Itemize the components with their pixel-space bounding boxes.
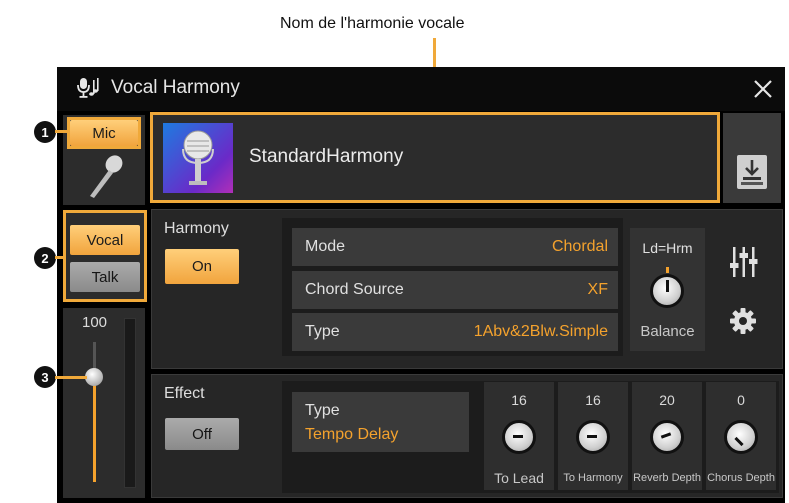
type-value: 1Abv&2Blw.Simple — [473, 323, 608, 340]
window-title: Vocal Harmony — [111, 77, 240, 98]
harmony-name: StandardHarmony — [249, 146, 404, 167]
harmony-label: Harmony — [164, 220, 229, 237]
chorus-depth-label: Chorus Depth — [707, 472, 775, 484]
level-meter — [124, 318, 136, 488]
to-harmony-value: 16 — [585, 392, 601, 408]
mode-label: Mode — [305, 238, 346, 255]
badge-1: 1 — [34, 121, 56, 143]
chord-source-label: Chord Source — [305, 281, 404, 298]
mic-button[interactable]: Mic — [70, 120, 138, 146]
balance-label: Balance — [640, 323, 695, 340]
badge-2: 2 — [34, 247, 56, 269]
to-lead-value: 16 — [511, 392, 527, 408]
gear-icon[interactable] — [728, 306, 758, 336]
to-harmony-knob[interactable] — [576, 420, 610, 454]
to-harmony-label: To Harmony — [563, 472, 623, 484]
harmony-thumbnail — [163, 123, 233, 193]
level-slider-thumb[interactable] — [85, 368, 103, 386]
close-icon[interactable] — [750, 76, 776, 102]
mixer-icon[interactable] — [729, 245, 759, 279]
badge-3: 3 — [34, 366, 56, 388]
type-label: Type — [305, 323, 340, 340]
talk-button[interactable]: Talk — [70, 262, 140, 292]
to-lead-label: To Lead — [494, 470, 544, 486]
balance-knob[interactable] — [650, 274, 684, 308]
badge-1-line — [55, 130, 70, 133]
reverb-depth-label: Reverb Depth — [633, 472, 701, 484]
vocal-button[interactable]: Vocal — [70, 225, 140, 255]
level-max-label: 100 — [82, 314, 108, 331]
badge-3-line — [55, 376, 87, 379]
balance-top-label: Ld=Hrm — [642, 240, 693, 256]
callout-title: Nom de l'harmonie vocale — [280, 15, 465, 32]
badge-2-line — [55, 256, 65, 259]
reverb-depth-value: 20 — [659, 392, 675, 408]
chord-source-value: XF — [587, 281, 608, 298]
harmony-on-button[interactable]: On — [165, 249, 239, 284]
chorus-depth-value: 0 — [737, 392, 745, 408]
balance-knob-marker — [666, 267, 669, 273]
effect-off-button[interactable]: Off — [165, 418, 239, 450]
microphone-icon — [82, 152, 126, 200]
effect-label: Effect — [164, 385, 205, 402]
reverb-depth-knob[interactable] — [650, 420, 684, 454]
chorus-depth-knob[interactable] — [724, 420, 758, 454]
to-lead-knob[interactable] — [502, 420, 536, 454]
effect-type-value: Tempo Delay — [305, 426, 399, 443]
vocal-harmony-icon — [76, 76, 102, 100]
level-slider-fill — [93, 378, 96, 482]
mode-value: Chordal — [551, 238, 608, 255]
download-icon — [737, 155, 767, 189]
harmony-name-frame — [150, 112, 720, 203]
effect-type-label: Type — [305, 402, 340, 419]
